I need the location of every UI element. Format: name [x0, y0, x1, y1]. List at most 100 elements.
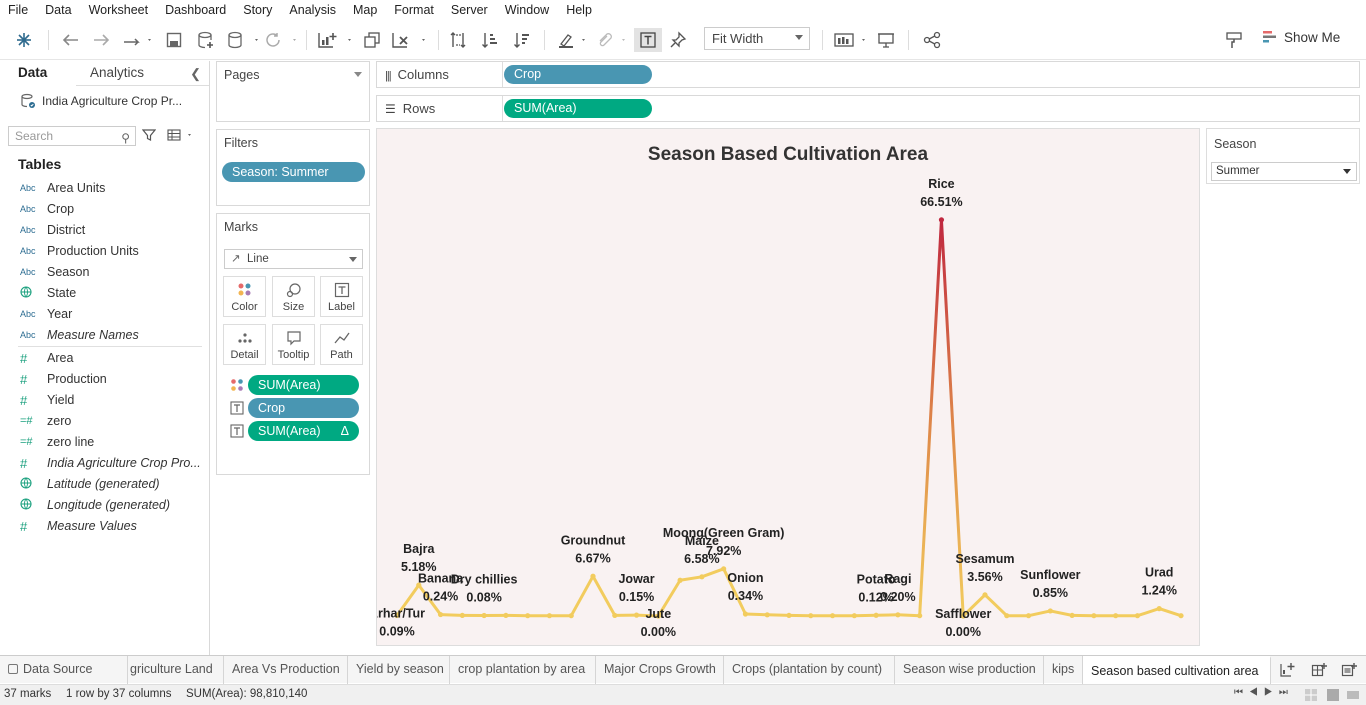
tooltip-button[interactable]: Tooltip — [272, 324, 315, 365]
field-area[interactable]: # Area — [20, 348, 73, 368]
field-season[interactable]: Abc Season — [20, 262, 89, 282]
pin-axes-icon[interactable] — [666, 28, 690, 52]
format-painter-icon[interactable] — [1222, 28, 1246, 52]
field-longitude-generated[interactable]: Longitude (generated) — [20, 495, 170, 515]
collapse-pane-icon[interactable]: ❮ — [190, 66, 201, 82]
group-members-icon[interactable] — [594, 28, 630, 52]
view-options-icon[interactable] — [166, 125, 196, 145]
datasource-item[interactable]: India Agriculture Crop Pr... — [20, 93, 182, 109]
new-datasource-icon[interactable] — [194, 28, 218, 52]
refresh-icon[interactable] — [264, 28, 300, 52]
filter-fields-icon[interactable] — [140, 125, 158, 145]
show-cards-icon[interactable] — [832, 28, 870, 52]
field-india-agriculture-crop-pro[interactable]: # India Agriculture Crop Pro... — [20, 453, 201, 473]
menu-file[interactable]: File — [8, 3, 28, 17]
tab-data[interactable]: Data — [18, 65, 47, 80]
show-filmstrip-icon[interactable] — [1326, 688, 1340, 705]
field-production[interactable]: # Production — [20, 369, 107, 389]
filters-card[interactable]: Filters Season: Summer — [216, 129, 370, 206]
pages-card[interactable]: Pages — [216, 61, 370, 122]
field-zero[interactable]: =# zero — [20, 411, 71, 431]
field-latitude-generated[interactable]: Latitude (generated) — [20, 474, 160, 494]
tableau-logo-icon[interactable] — [12, 28, 36, 52]
sort-ascending-icon[interactable] — [478, 28, 502, 52]
show-me-button[interactable]: Show Me — [1262, 29, 1340, 45]
pause-updates-icon[interactable] — [226, 28, 262, 52]
rows-shelf[interactable]: ☰ Rows SUM(Area) — [376, 95, 1360, 122]
field-area-units[interactable]: Abc Area Units — [20, 178, 105, 198]
presentation-mode-icon[interactable] — [874, 28, 898, 52]
tab-season-based-cultivation-area[interactable]: Season based cultivation area — [1083, 656, 1271, 684]
menu-dashboard[interactable]: Dashboard — [165, 3, 226, 17]
tab-yield-by-season[interactable]: Yield by season — [348, 656, 450, 684]
data-point[interactable] — [437, 611, 444, 618]
field-measure-values[interactable]: # Measure Values — [20, 516, 137, 536]
undo-icon[interactable] — [58, 28, 82, 52]
data-point[interactable] — [808, 613, 814, 619]
field-zero-line[interactable]: =# zero line — [20, 432, 94, 452]
chevron-down-icon[interactable] — [354, 72, 362, 77]
color-button[interactable]: Color — [223, 276, 266, 317]
data-point[interactable] — [677, 577, 683, 583]
menu-story[interactable]: Story — [243, 3, 272, 17]
menu-window[interactable]: Window — [505, 3, 549, 17]
fit-width-dropdown[interactable]: Fit Width — [704, 27, 810, 50]
data-point[interactable] — [938, 217, 945, 223]
show-mark-labels-icon[interactable] — [634, 28, 662, 52]
data-point[interactable] — [1025, 613, 1032, 619]
data-point[interactable] — [895, 612, 901, 618]
menu-help[interactable]: Help — [566, 3, 592, 17]
redo-icon[interactable] — [90, 28, 114, 52]
data-point[interactable] — [525, 613, 531, 619]
menu-format[interactable]: Format — [394, 3, 434, 17]
data-point[interactable] — [503, 612, 509, 619]
data-point[interactable] — [721, 566, 727, 572]
field-production-units[interactable]: Abc Production Units — [20, 241, 139, 261]
data-point[interactable] — [568, 613, 574, 619]
path-button[interactable]: Path — [320, 324, 363, 365]
data-point[interactable] — [612, 612, 618, 619]
data-point[interactable] — [1156, 606, 1162, 612]
tab-kips[interactable]: kips — [1044, 656, 1083, 684]
data-point[interactable] — [742, 611, 749, 617]
size-button[interactable]: Size — [272, 276, 315, 317]
label-button[interactable]: Label — [320, 276, 363, 317]
data-point[interactable] — [1134, 613, 1141, 619]
tab-season-wise-production[interactable]: Season wise production — [895, 656, 1044, 684]
data-point[interactable] — [459, 612, 465, 619]
field-district[interactable]: Abc District — [20, 220, 85, 240]
data-point[interactable] — [481, 612, 487, 619]
tab-area-vs-production[interactable]: Area Vs Production — [224, 656, 348, 684]
new-dashboard-icon[interactable] — [1308, 658, 1330, 682]
data-point[interactable] — [590, 573, 596, 579]
swap-rows-columns-icon[interactable] — [446, 28, 470, 52]
label-sum-area-pill[interactable]: SUM(Area) Δ — [248, 421, 359, 441]
data-point[interactable] — [786, 612, 792, 619]
field-year[interactable]: Abc Year — [20, 304, 72, 324]
season-dropdown[interactable]: Summer — [1211, 162, 1357, 181]
data-point[interactable] — [829, 613, 836, 619]
show-sheet-tabs-icon[interactable] — [1304, 688, 1318, 705]
sheet-navigation-icon[interactable]: ⏮◀▶⏭ — [1234, 687, 1294, 698]
data-point[interactable] — [851, 613, 857, 619]
field-crop[interactable]: Abc Crop — [20, 199, 74, 219]
data-point[interactable] — [873, 612, 879, 618]
mark-type-dropdown[interactable]: ↗ Line — [224, 249, 363, 269]
replay-icon[interactable] — [120, 28, 154, 52]
menu-map[interactable]: Map — [353, 3, 377, 17]
new-story-icon[interactable] — [1338, 658, 1360, 682]
detail-button[interactable]: Detail — [223, 324, 266, 365]
data-point[interactable] — [917, 613, 923, 619]
show-tabs-icon[interactable] — [1346, 688, 1360, 705]
line-chart[interactable]: Arhar/Tur0.09%Bajra5.18%Banana0.24%Dry c… — [377, 129, 1199, 645]
data-point[interactable] — [764, 612, 770, 618]
duplicate-sheet-icon[interactable] — [360, 28, 384, 52]
data-point[interactable] — [1178, 613, 1184, 619]
menu-analysis[interactable]: Analysis — [289, 3, 336, 17]
share-icon[interactable] — [920, 28, 944, 52]
view-canvas[interactable]: Season Based Cultivation Area Arhar/Tur0… — [376, 128, 1200, 646]
data-point[interactable] — [1113, 613, 1119, 619]
data-point[interactable] — [546, 613, 553, 619]
data-point[interactable] — [699, 574, 705, 580]
data-point[interactable] — [633, 612, 640, 618]
